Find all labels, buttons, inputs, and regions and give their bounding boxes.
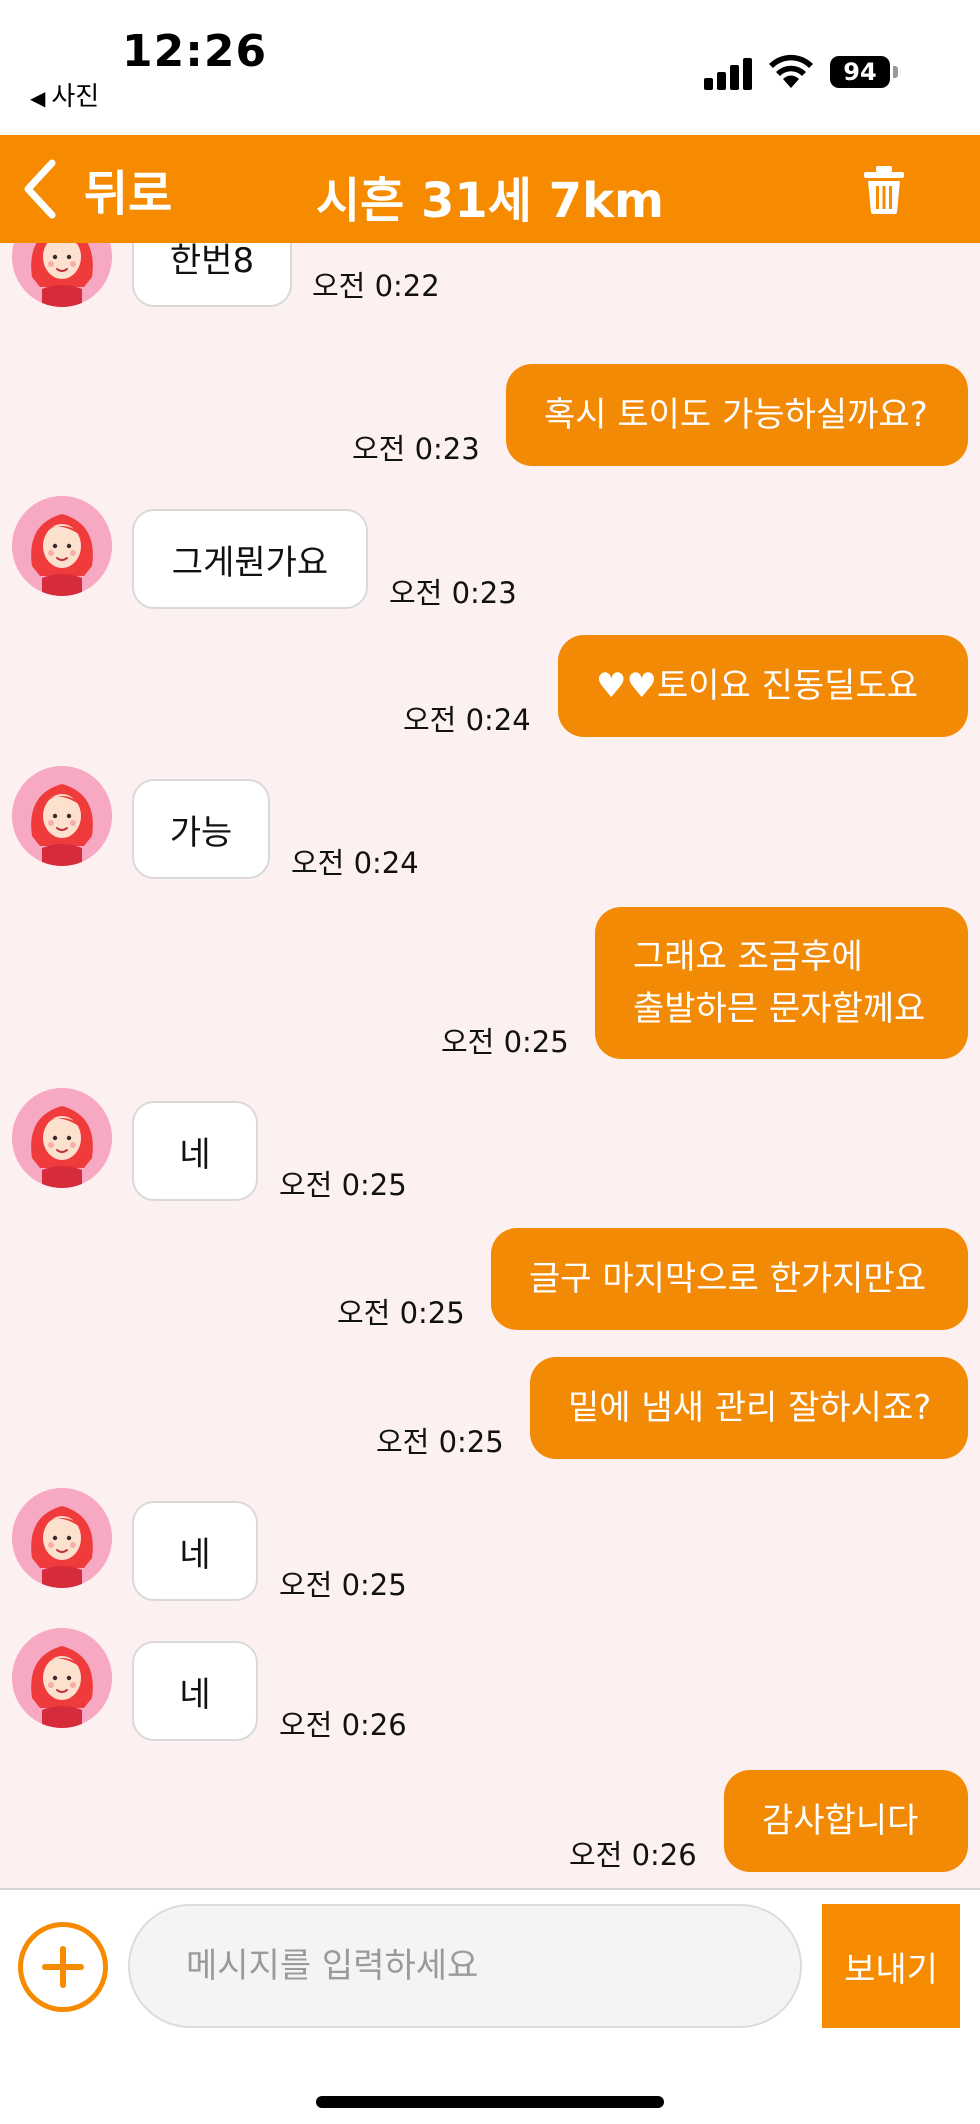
- message-row-incoming: 가능 오전 0:24: [0, 766, 980, 886]
- message-bubble-incoming: 네: [132, 1641, 258, 1741]
- message-row-incoming: 네 오전 0:25: [0, 1488, 980, 1608]
- wifi-icon: [769, 54, 813, 88]
- message-time: 오전 0:25: [279, 1168, 407, 1202]
- message-time: 오전 0:26: [279, 1708, 407, 1742]
- message-time: 오전 0:25: [376, 1425, 504, 1459]
- message-bubble-outgoing: 감사합니다: [724, 1770, 968, 1872]
- message-time: 오전 0:25: [279, 1568, 407, 1602]
- message-bubble-incoming: 그게뭔가요: [132, 509, 368, 609]
- message-row-incoming: 네 오전 0:25: [0, 1088, 980, 1208]
- avatar: [12, 1488, 112, 1588]
- message-row-outgoing: 오전 0:23 혹시 토이도 가능하실까요?: [0, 364, 980, 474]
- message-list[interactable]: 한번8 오전 0:22 오전 0:23 혹시 토이도 가능하실까요? 그게뭔가요…: [0, 243, 980, 1888]
- avatar: [12, 243, 112, 307]
- plus-icon[interactable]: [18, 1922, 108, 2012]
- avatar: [12, 1088, 112, 1188]
- message-bubble-outgoing: 그래요 조금후에 출발하믄 문자할께요: [595, 907, 968, 1059]
- avatar-face-icon: [12, 766, 112, 866]
- message-row-outgoing: 오전 0:25 글구 마지막으로 한가지만요: [0, 1228, 980, 1338]
- message-time: 오전 0:26: [569, 1838, 697, 1872]
- avatar: [12, 1628, 112, 1728]
- chat-title: 시흔 31세 7km: [315, 173, 665, 229]
- avatar-face-icon: [12, 1628, 112, 1728]
- chat-screen: 12:26 ◀ 사진 94 뒤로 시흔 31세 7km 한번8 오전 0:22 …: [0, 0, 980, 2124]
- message-row-incoming: 네 오전 0:26: [0, 1628, 980, 1748]
- home-indicator: [316, 2096, 664, 2108]
- message-time: 오전 0:23: [389, 576, 517, 610]
- message-input[interactable]: [128, 1904, 802, 2028]
- message-row-incoming: 그게뭔가요 오전 0:23: [0, 496, 980, 616]
- message-bubble-outgoing: 밑에 냄새 관리 잘하시죠?: [530, 1357, 968, 1459]
- avatar: [12, 496, 112, 596]
- message-bubble-incoming: 가능: [132, 779, 270, 879]
- avatar: [12, 766, 112, 866]
- back-app-label: 사진: [51, 82, 100, 112]
- avatar-face-icon: [12, 243, 112, 307]
- message-bubble-outgoing: ♥♥토이요 진동딜도요: [558, 635, 968, 737]
- battery-icon: 94: [830, 56, 890, 88]
- message-time: 오전 0:25: [337, 1296, 465, 1330]
- message-time: 오전 0:22: [312, 269, 440, 303]
- chat-header: 뒤로 시흔 31세 7km: [0, 135, 980, 243]
- message-row-outgoing: 오전 0:25 밑에 냄새 관리 잘하시죠?: [0, 1357, 980, 1467]
- message-row-incoming: 한번8 오전 0:22: [0, 243, 980, 327]
- avatar-face-icon: [12, 1088, 112, 1188]
- message-bubble-incoming: 네: [132, 1501, 258, 1601]
- message-bubble-incoming: 한번8: [132, 243, 292, 307]
- status-bar: 12:26 ◀ 사진 94: [0, 0, 980, 135]
- signal-icon: [704, 56, 754, 90]
- back-triangle-icon: ◀: [30, 86, 46, 110]
- message-line: 그래요 조금후에: [633, 937, 863, 977]
- message-line: 출발하믄 문자할께요: [633, 989, 926, 1029]
- avatar-face-icon: [12, 496, 112, 596]
- message-row-outgoing: 오전 0:24 ♥♥토이요 진동딜도요: [0, 635, 980, 745]
- message-time: 오전 0:25: [441, 1025, 569, 1059]
- message-bubble-outgoing: 혹시 토이도 가능하실까요?: [506, 364, 968, 466]
- message-row-outgoing: 오전 0:26 감사합니다: [0, 1770, 980, 1880]
- message-input-bar: 보내기: [0, 1888, 980, 2124]
- message-bubble-outgoing: 글구 마지막으로 한가지만요: [491, 1228, 968, 1330]
- message-row-outgoing: 오전 0:25 그래요 조금후에 출발하믄 문자할께요: [0, 907, 980, 1067]
- avatar-face-icon: [12, 1488, 112, 1588]
- back-to-app-link[interactable]: ◀ 사진: [30, 76, 99, 113]
- message-bubble-incoming: 네: [132, 1101, 258, 1201]
- message-time: 오전 0:24: [403, 703, 531, 737]
- battery-tip: [893, 66, 898, 78]
- message-time: 오전 0:24: [291, 846, 419, 880]
- message-time: 오전 0:23: [352, 432, 480, 466]
- send-button[interactable]: 보내기: [822, 1904, 960, 2028]
- status-time: 12:26: [122, 26, 268, 77]
- trash-icon[interactable]: [862, 165, 906, 215]
